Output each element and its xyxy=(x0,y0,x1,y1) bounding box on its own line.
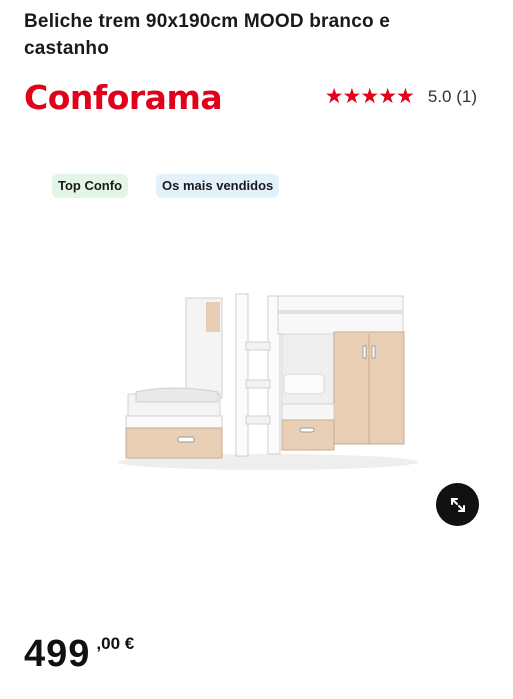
badge-top-confo: Top Confo xyxy=(52,174,129,198)
price-integer: 499 xyxy=(24,633,91,675)
rating-text: 5.0 (1) xyxy=(427,87,477,106)
price-decimal: ,00 € xyxy=(96,634,135,653)
zoom-button[interactable] xyxy=(436,483,479,526)
expand-arrows-icon xyxy=(450,497,465,512)
bunk-bed-image xyxy=(118,293,418,470)
product-rating[interactable]: ★★★★★ 5.0 (1) xyxy=(325,86,477,108)
badge-list: Top Confo Os mais vendidos xyxy=(52,174,280,198)
brand-row: Conforama ★★★★★ 5.0 (1) xyxy=(24,80,483,116)
rating-stars-icon: ★★★★★ xyxy=(324,85,415,108)
product-title: Beliche trem 90x190cm MOOD branco e cast… xyxy=(24,11,391,59)
price: 499 ,00 € xyxy=(24,632,134,676)
conforama-logo[interactable]: Conforama xyxy=(24,80,223,116)
product-image[interactable] xyxy=(118,284,418,474)
badge-best-sellers: Os mais vendidos xyxy=(156,174,280,198)
